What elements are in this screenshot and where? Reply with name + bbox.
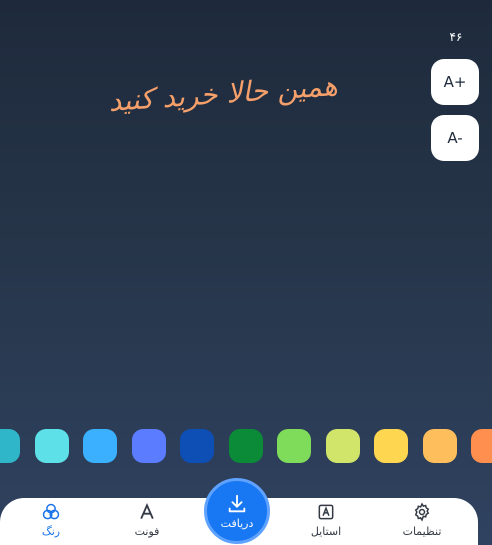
color-swatch-periwinkle[interactable] (131, 429, 166, 463)
font-size-decrease-button[interactable]: A- (431, 115, 479, 161)
text-preview[interactable]: همین حالا خرید کنید (106, 50, 340, 138)
style-icon (318, 504, 334, 520)
download-label: دریافت (220, 516, 254, 530)
nav-color[interactable]: رنگ (16, 502, 86, 544)
color-swatch-orange[interactable] (471, 429, 492, 463)
font-size-increase-button[interactable]: A+ (431, 59, 479, 105)
color-circles-icon (42, 503, 60, 520)
nav-style[interactable]: استایل (291, 502, 361, 544)
gear-icon (414, 502, 430, 522)
font-icon (140, 503, 154, 520)
nav-style-label: استایل (310, 525, 342, 538)
font-size-readout: ۴۶ (449, 30, 463, 44)
color-swatch-green-dark[interactable] (228, 429, 263, 463)
color-swatch-teal[interactable] (0, 429, 20, 463)
color-swatch-cyan-light[interactable] (34, 429, 69, 463)
color-swatch-lime[interactable] (325, 429, 360, 463)
download-button[interactable]: دریافت (204, 478, 270, 544)
nav-font[interactable]: فونت (112, 502, 182, 544)
nav-settings[interactable]: تنظیمات (387, 502, 457, 544)
color-swatch-sky-blue[interactable] (83, 429, 117, 463)
color-swatch-royal-blue[interactable] (180, 429, 214, 463)
nav-font-label: فونت (134, 525, 160, 538)
color-swatch-row (0, 429, 492, 463)
nav-color-label: رنگ (41, 525, 61, 538)
download-icon (228, 494, 246, 512)
color-swatch-yellow[interactable] (374, 429, 408, 463)
color-swatch-green-light[interactable] (277, 429, 311, 463)
color-swatch-amber[interactable] (422, 429, 457, 463)
nav-settings-label: تنظیمات (402, 525, 442, 538)
